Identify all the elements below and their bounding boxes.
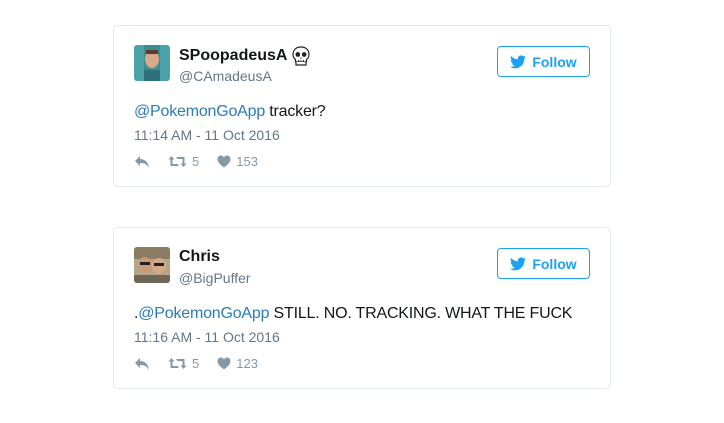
user-handle[interactable]: @BigPuffer	[179, 270, 251, 286]
timestamp[interactable]: 11:14 AM - 11 Oct 2016	[134, 127, 280, 143]
reply-button[interactable]	[134, 155, 150, 169]
skull-icon	[291, 46, 311, 66]
timestamp[interactable]: 11:16 AM - 11 Oct 2016	[134, 329, 280, 345]
reply-button[interactable]	[134, 357, 150, 371]
twitter-bird-icon	[510, 54, 527, 68]
avatar[interactable]	[134, 247, 170, 283]
like-count: 123	[236, 356, 258, 371]
tweet-text: @PokemonGoApp tracker?	[134, 103, 326, 120]
retweet-button[interactable]: 5	[168, 154, 199, 169]
retweet-count: 5	[192, 154, 200, 169]
mention-link[interactable]: @PokemonGoApp	[134, 103, 265, 120]
user-handle[interactable]: @CAmadeusA	[179, 68, 272, 84]
tweet-text: .@PokemonGoApp STILL. NO. TRACKING. WHAT…	[134, 305, 573, 322]
like-count: 153	[236, 154, 258, 169]
retweet-button[interactable]: 5	[168, 356, 199, 371]
avatar[interactable]	[134, 45, 170, 81]
like-button[interactable]: 153	[217, 154, 258, 169]
follow-button[interactable]: Follow	[497, 46, 590, 77]
follow-button[interactable]: Follow	[497, 248, 590, 279]
retweet-count: 5	[192, 356, 200, 371]
tweet-card: SPoopadeusA @CAmadeusA Follow @PokemonGo…	[113, 25, 611, 187]
tweet-actions: 5 153	[134, 154, 258, 169]
heart-icon	[217, 155, 231, 168]
twitter-bird-icon	[510, 256, 527, 270]
heart-icon	[217, 357, 231, 370]
retweet-icon	[168, 156, 187, 167]
tweet-card: Chris @BigPuffer Follow .@PokemonGoApp S…	[113, 227, 611, 389]
mention-link[interactable]: @PokemonGoApp	[138, 305, 269, 322]
like-button[interactable]: 123	[217, 356, 258, 371]
display-name[interactable]: SPoopadeusA	[179, 46, 311, 66]
reply-icon	[135, 155, 149, 168]
reply-icon	[135, 357, 149, 370]
retweet-icon	[168, 358, 187, 369]
tweet-actions: 5 123	[134, 356, 258, 371]
display-name[interactable]: Chris	[179, 248, 220, 266]
